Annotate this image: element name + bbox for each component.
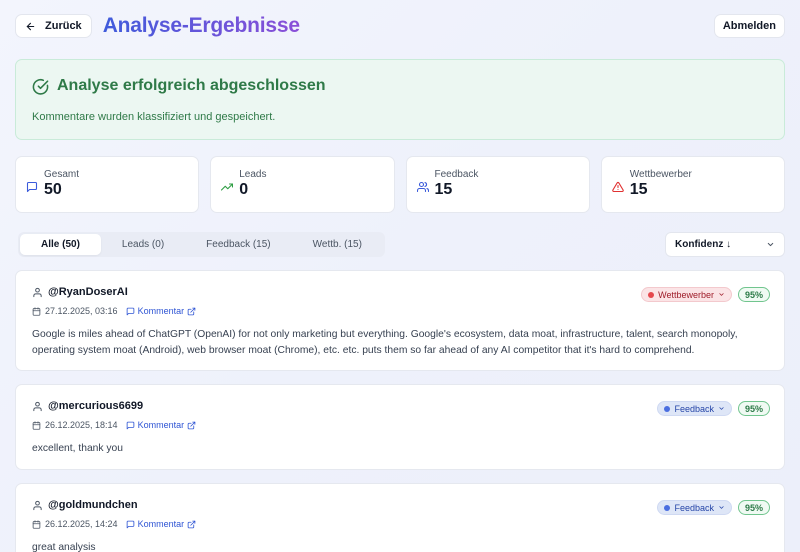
- stat-total: Gesamt 50: [15, 156, 200, 213]
- page-title: Analyse-Ergebnisse: [102, 14, 300, 37]
- back-button-label: Zurück: [45, 20, 82, 32]
- comment-meta: 26.12.2025, 18:14 Kommentar: [32, 420, 768, 430]
- tab-feedback[interactable]: Feedback (15): [185, 234, 291, 255]
- tab-leads[interactable]: Leads (0): [101, 234, 185, 255]
- stat-value: 50: [44, 181, 62, 198]
- stat-value: 0: [239, 181, 249, 198]
- comment-link-label: Kommentar: [137, 306, 185, 316]
- success-text: Kommentare wurden klassifiziert und gesp…: [32, 111, 276, 123]
- category-dropdown[interactable]: Feedback: [657, 401, 732, 416]
- comment-link-label: Kommentar: [137, 420, 185, 430]
- comment-link-label: Kommentar: [137, 519, 185, 529]
- category-label: Wettbewerber: [658, 289, 714, 300]
- external-link-icon: [187, 307, 196, 315]
- chevron-down-icon: [767, 242, 774, 247]
- comment-badges: Wettbewerber 95%: [641, 287, 770, 302]
- comment-meta: 27.12.2025, 03:16 Kommentar: [32, 306, 768, 316]
- stat-value: 15: [629, 181, 648, 198]
- external-link-icon: [187, 421, 196, 429]
- comment-link[interactable]: Kommentar: [126, 306, 197, 316]
- header: Zurück Analyse-Ergebnisse Abmelden: [15, 0, 785, 52]
- message-icon: [126, 307, 134, 315]
- user-icon: [33, 401, 42, 411]
- author-name: @goldmundchen: [48, 499, 138, 511]
- category-dot: [648, 291, 655, 298]
- calendar-icon: [32, 519, 41, 529]
- confidence-badge: 95%: [737, 287, 770, 302]
- message-icon: [26, 181, 38, 193]
- external-link-icon: [187, 520, 196, 528]
- stat-label: Gesamt: [44, 169, 80, 180]
- tab-competitors[interactable]: Wettb. (15): [292, 234, 383, 255]
- chevron-down-icon: [719, 407, 724, 410]
- comment-card: @goldmundchen 26.12.2025, 14:24 Kommenta…: [15, 483, 785, 552]
- stat-leads: Leads 0: [210, 156, 395, 213]
- sort-select-value: Konfidenz ↓: [675, 239, 732, 250]
- message-icon: [126, 520, 134, 528]
- author-name: @mercurious6699: [48, 400, 144, 412]
- author-name: @RyanDoserAI: [48, 286, 128, 298]
- filter-tabs: Alle (50) Leads (0) Feedback (15) Wettb.…: [18, 232, 385, 257]
- comment-card: @RyanDoserAI 27.12.2025, 03:16 Kommentar…: [15, 270, 785, 371]
- trend-up-icon: [221, 183, 234, 191]
- category-label: Feedback: [674, 502, 714, 513]
- category-dot: [664, 504, 671, 511]
- comment-date: 26.12.2025, 14:24: [45, 519, 118, 529]
- chevron-down-icon: [719, 506, 724, 509]
- comment-date: 27.12.2025, 03:16: [45, 306, 118, 316]
- comment-link[interactable]: Kommentar: [126, 420, 197, 430]
- calendar-icon: [32, 306, 41, 316]
- comment-badges: Feedback 95%: [657, 401, 770, 416]
- tab-all[interactable]: Alle (50): [20, 234, 101, 255]
- comment-meta: 26.12.2025, 14:24 Kommentar: [32, 519, 768, 529]
- chevron-down-icon: [719, 293, 724, 296]
- confidence-badge: 95%: [737, 401, 770, 416]
- stat-competitor: Wettbewerber 15: [600, 156, 785, 213]
- comment-date: 26.12.2025, 18:14: [45, 420, 118, 430]
- stat-label: Leads: [239, 169, 267, 180]
- category-dot: [664, 405, 671, 412]
- stat-value: 15: [434, 181, 453, 198]
- warning-icon: [611, 181, 624, 193]
- success-title: Analyse erfolgreich abgeschlossen: [57, 77, 326, 94]
- category-dropdown[interactable]: Feedback: [657, 500, 732, 515]
- comment-text: great analysis: [32, 542, 96, 552]
- comment-badges: Feedback 95%: [657, 500, 770, 515]
- category-dropdown[interactable]: Wettbewerber: [641, 287, 732, 302]
- arrow-left-icon: [26, 22, 35, 30]
- stat-feedback: Feedback 15: [405, 156, 590, 213]
- stats-row: Gesamt 50 Leads 0 Feedback 15 Wettbewerb…: [15, 156, 785, 213]
- success-banner: Analyse erfolgreich abgeschlossen Kommen…: [15, 59, 785, 140]
- sort-select[interactable]: Konfidenz ↓: [665, 232, 785, 257]
- category-label: Feedback: [674, 403, 714, 414]
- check-circle-icon: [32, 78, 49, 95]
- comment-text: Google is miles ahead of ChatGPT (OpenAI…: [32, 329, 738, 356]
- filter-toolbar: Alle (50) Leads (0) Feedback (15) Wettb.…: [15, 232, 785, 257]
- stat-label: Feedback: [434, 169, 479, 180]
- stat-label: Wettbewerber: [629, 169, 692, 180]
- user-icon: [33, 500, 42, 510]
- comment-card: @mercurious6699 26.12.2025, 18:14 Kommen…: [15, 384, 785, 470]
- comment-list: @RyanDoserAI 27.12.2025, 03:16 Kommentar…: [15, 270, 785, 552]
- users-icon: [416, 181, 429, 193]
- logout-button[interactable]: Abmelden: [713, 14, 785, 38]
- user-icon: [33, 287, 42, 297]
- comment-link[interactable]: Kommentar: [126, 519, 197, 529]
- message-icon: [126, 421, 134, 429]
- calendar-icon: [32, 420, 41, 430]
- confidence-badge: 95%: [737, 500, 770, 515]
- comment-text: excellent, thank you: [32, 443, 124, 454]
- back-button[interactable]: Zurück: [15, 14, 92, 38]
